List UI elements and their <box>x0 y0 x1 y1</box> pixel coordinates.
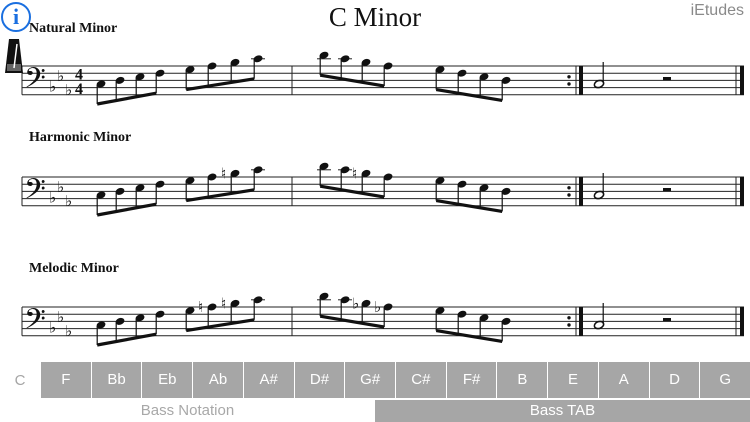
key-selector: C F Bb Eb Ab A# D# G# C# F# B E A D G <box>0 362 750 399</box>
key-button-c-sharp[interactable]: C# <box>396 362 446 398</box>
accidental-natural: ♮ <box>198 298 203 316</box>
half-rest <box>663 188 671 192</box>
key-button-d[interactable]: D <box>649 362 700 398</box>
key-signature-flat: ♭ <box>57 308 64 326</box>
key-buttons: F Bb Eb Ab A# D# G# C# F# B E A D G <box>40 362 750 399</box>
repeat-dot <box>567 82 571 86</box>
current-key-label: C <box>0 362 40 399</box>
staff-system-2: 𝄢 ♭♭♭♮ ♮ ♭ ♭ <box>21 292 744 347</box>
repeat-dot <box>567 75 571 79</box>
key-signature-flat: ♭ <box>57 67 64 85</box>
key-signature-flat: ♭ <box>65 192 72 210</box>
key-button-a-sharp[interactable]: A# <box>243 362 294 398</box>
key-button-eb[interactable]: Eb <box>142 362 193 398</box>
key-button-a[interactable]: A <box>598 362 649 398</box>
time-signature-bottom: 4 <box>75 81 83 98</box>
accidental-flat: ♭ <box>352 294 359 312</box>
repeat-dot <box>567 316 571 320</box>
repeat-dot <box>567 186 571 190</box>
repeat-dot <box>567 323 571 327</box>
key-button-bb[interactable]: Bb <box>91 362 142 398</box>
key-button-d-sharp[interactable]: D# <box>294 362 345 398</box>
score-area: 𝄢 ♭ ♭ ♭ 4 4 𝄢 ♭ ♭ ♭ ♮ ♮ 𝄢 ♭ ♭ ♭ ♮ ♮ ♭ ♭ i C Minor iEtudes N… <box>0 0 750 362</box>
half-rest <box>663 77 671 81</box>
key-button-b[interactable]: B <box>497 362 548 398</box>
metronome-icon[interactable] <box>4 38 24 74</box>
key-signature-flat: ♭ <box>49 78 56 96</box>
bass-clef: 𝄢 <box>24 62 46 102</box>
section-label-melodic: Melodic Minor <box>29 261 119 276</box>
staff-system-0: 𝄢 ♭♭♭44 <box>21 51 744 106</box>
accidental-natural: ♮ <box>352 164 357 182</box>
key-signature-flat: ♭ <box>49 189 56 207</box>
key-button-f[interactable]: F <box>41 362 91 398</box>
repeat-dot <box>567 193 571 197</box>
bass-clef: 𝄢 <box>24 303 46 343</box>
brand-label: iEtudes <box>690 2 744 19</box>
accidental-flat: ♭ <box>374 298 381 316</box>
key-button-f-sharp[interactable]: F# <box>446 362 497 398</box>
key-signature-flat: ♭ <box>57 178 64 196</box>
key-signature-flat: ♭ <box>65 322 72 340</box>
section-label-natural: Natural Minor <box>29 21 118 36</box>
mode-bass-tab[interactable]: Bass TAB <box>375 400 750 422</box>
sheet-music: 𝄢 ♭♭♭44𝄢 ♭♭♭♮ ♮𝄢 ♭♭♭♮ ♮ ♭ ♭ <box>21 51 744 347</box>
half-rest <box>663 318 671 322</box>
key-button-g[interactable]: G <box>700 362 750 398</box>
mode-selector: Bass Notation Bass TAB <box>0 400 750 422</box>
section-label-harmonic: Harmonic Minor <box>29 130 132 145</box>
accidental-natural: ♮ <box>221 164 226 182</box>
accidental-natural: ♮ <box>221 294 226 312</box>
key-button-e[interactable]: E <box>548 362 598 398</box>
staff-system-1: 𝄢 ♭♭♭♮ ♮ <box>21 162 744 217</box>
mode-bass-notation[interactable]: Bass Notation <box>0 400 375 422</box>
key-signature-flat: ♭ <box>49 319 56 337</box>
key-signature-flat: ♭ <box>65 81 72 99</box>
key-button-g-sharp[interactable]: G# <box>345 362 396 398</box>
bass-clef: 𝄢 <box>24 173 46 213</box>
key-button-ab[interactable]: Ab <box>193 362 243 398</box>
